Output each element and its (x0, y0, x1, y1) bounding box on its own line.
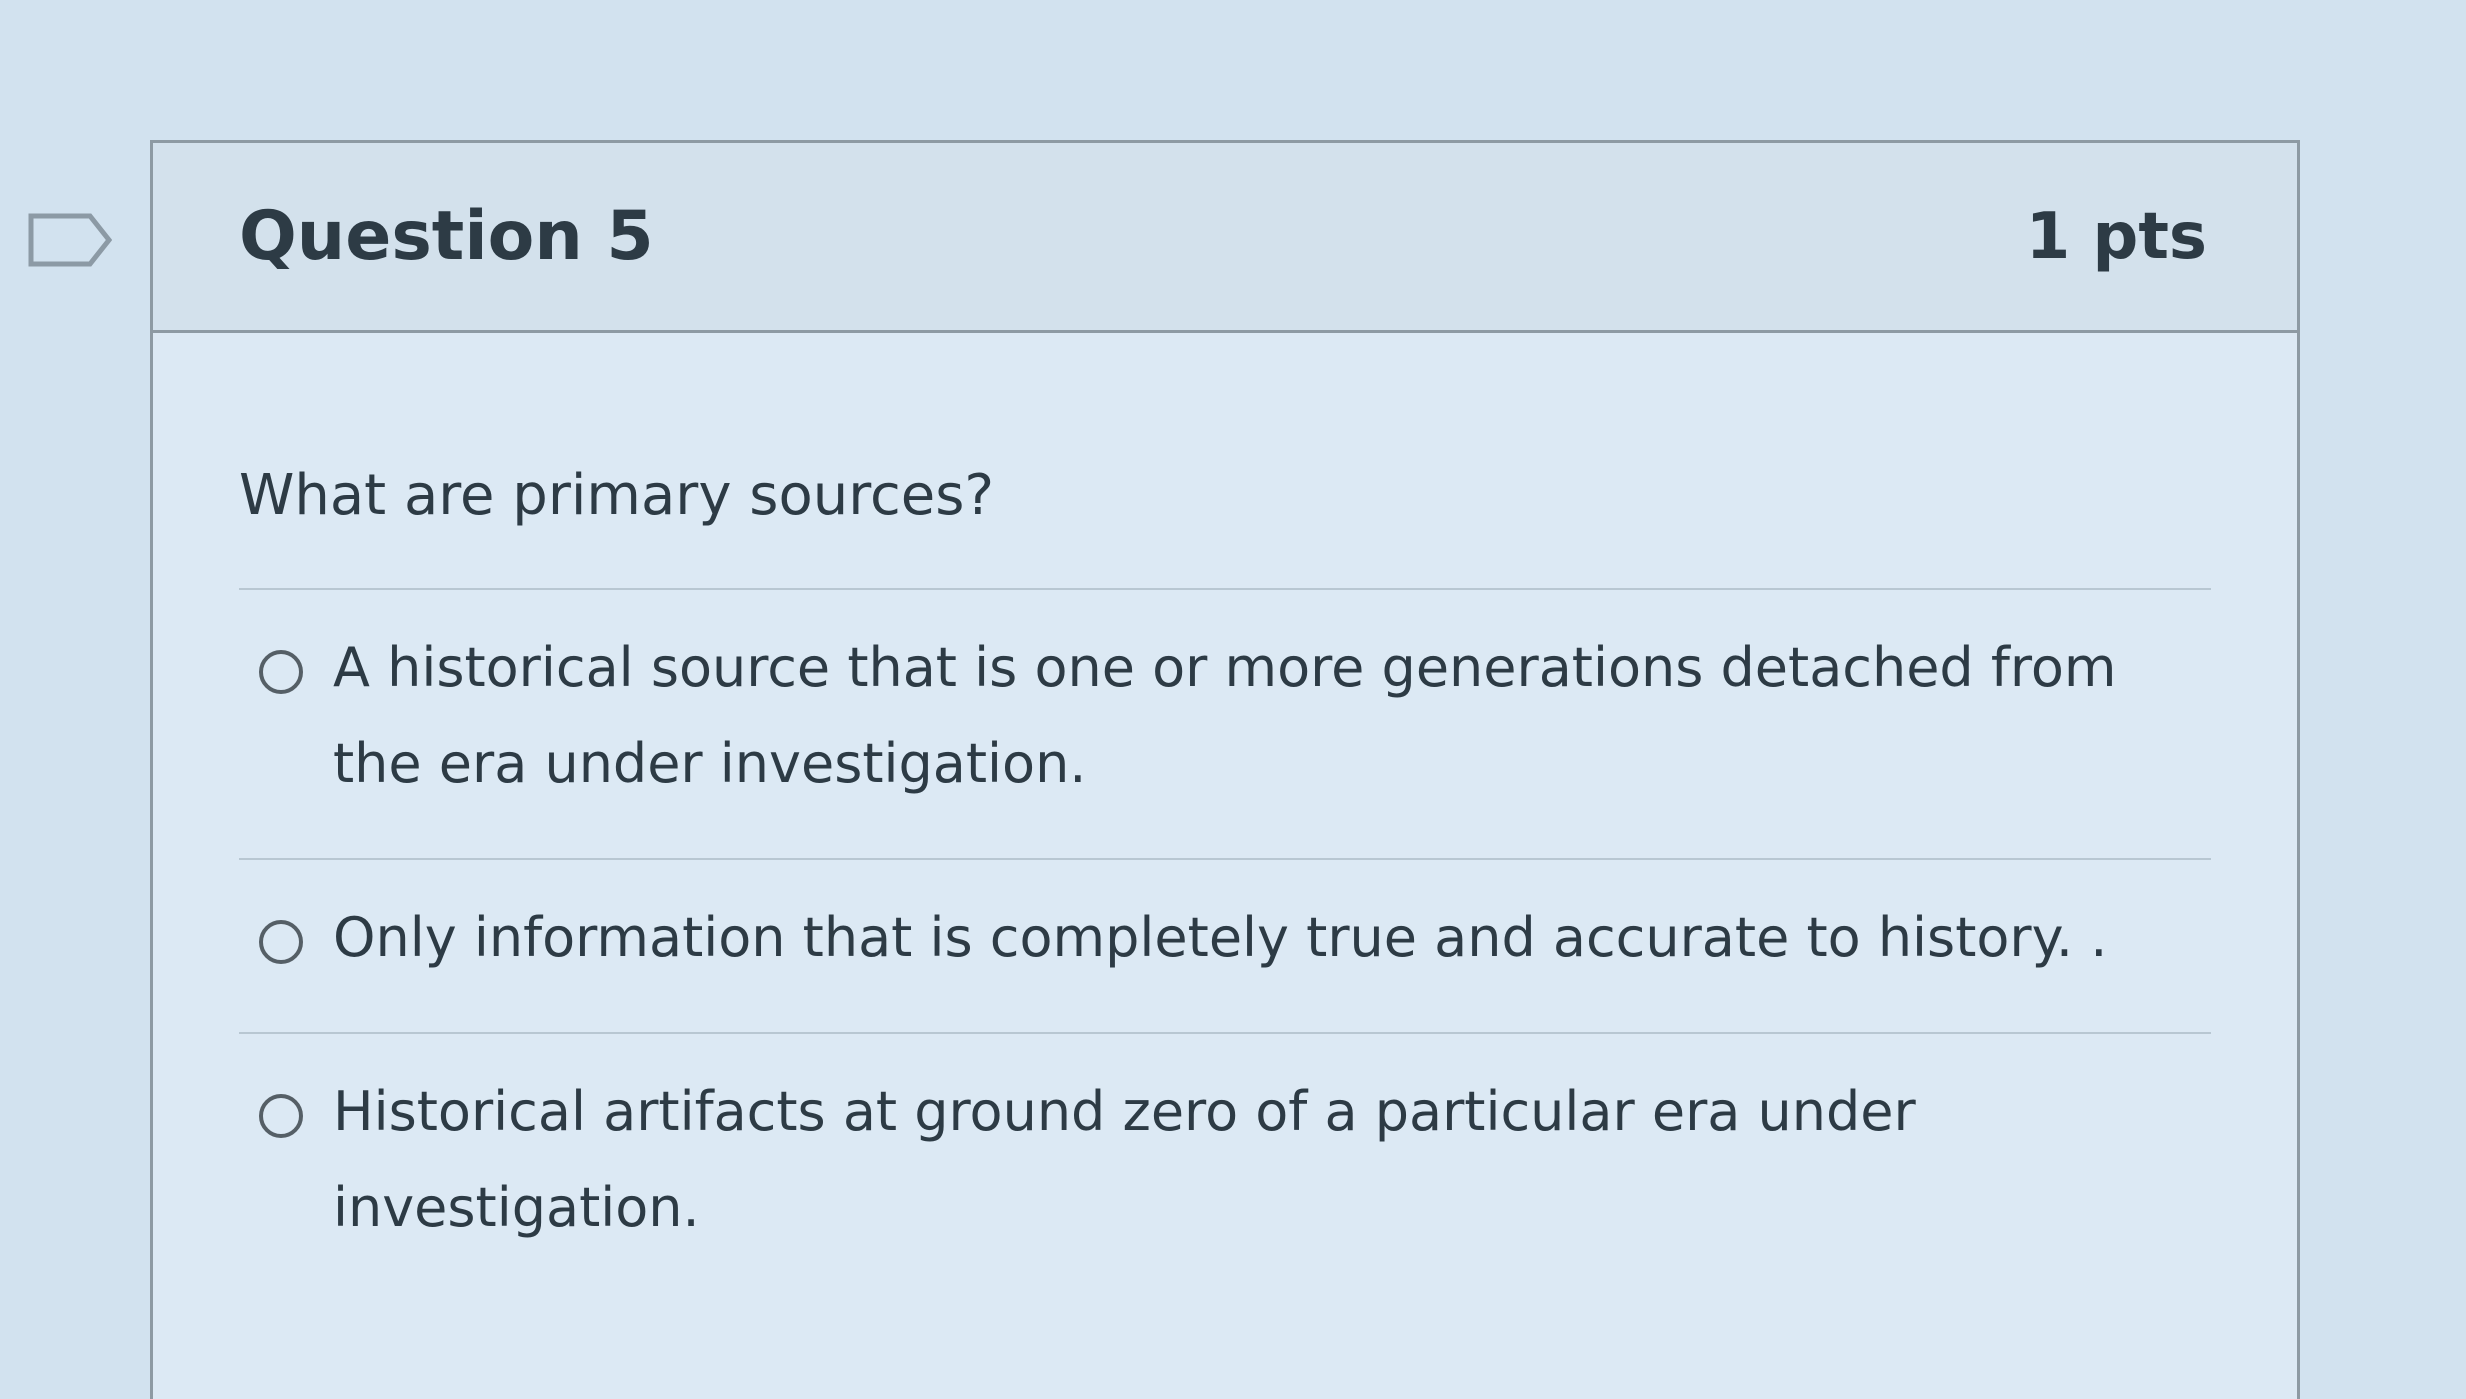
radio-unselected-icon[interactable] (259, 920, 303, 964)
question-points: 1 pts (2025, 199, 2207, 274)
answer-label[interactable]: Only information that is completely true… (333, 890, 2107, 986)
radio-unselected-icon[interactable] (259, 1094, 303, 1138)
question-title: Question 5 (239, 197, 654, 276)
answer-label[interactable]: A historical source that is one or more … (333, 620, 2211, 812)
question-body: What are primary sources? A historical s… (153, 333, 2297, 1302)
question-header: Question 5 1 pts (153, 143, 2297, 333)
answer-option-3[interactable]: Historical artifacts at ground zero of a… (239, 1034, 2211, 1302)
question-text: What are primary sources? (239, 463, 995, 528)
answer-option-2[interactable]: Only information that is completely true… (239, 860, 2211, 1034)
radio-unselected-icon[interactable] (259, 650, 303, 694)
flag-question-icon[interactable] (28, 213, 112, 267)
question-card: Question 5 1 pts What are primary source… (150, 140, 2300, 1399)
answer-option-1[interactable]: A historical source that is one or more … (239, 590, 2211, 860)
answer-label[interactable]: Historical artifacts at ground zero of a… (333, 1064, 2211, 1256)
answer-list: A historical source that is one or more … (239, 588, 2211, 1302)
